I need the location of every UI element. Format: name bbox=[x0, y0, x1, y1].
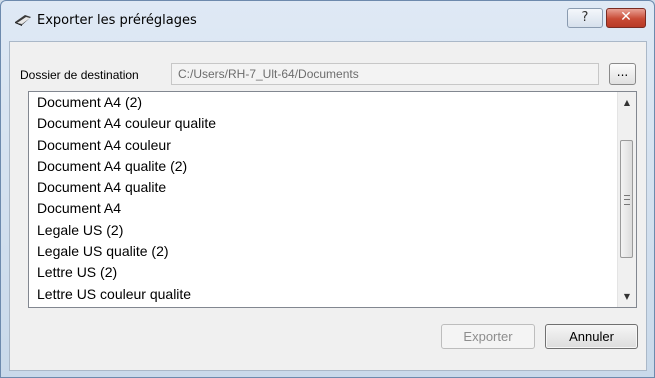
list-item[interactable]: Legale US (2) bbox=[29, 220, 617, 241]
scroll-down-arrow-icon[interactable]: ▼ bbox=[618, 288, 636, 305]
destination-label: Dossier de destination bbox=[20, 68, 139, 82]
window-title: Exporter les préréglages bbox=[37, 13, 197, 28]
scrollbar-thumb[interactable] bbox=[620, 140, 633, 258]
presets-list-items: Document A4 (2) Document A4 couleur qual… bbox=[29, 92, 617, 307]
list-item[interactable]: Lettre US (2) bbox=[29, 262, 617, 283]
cancel-button[interactable]: Annuler bbox=[545, 324, 638, 349]
list-item[interactable]: Document A4 qualite (2) bbox=[29, 156, 617, 177]
scanner-app-icon bbox=[15, 15, 31, 26]
presets-list[interactable]: Document A4 (2) Document A4 couleur qual… bbox=[28, 91, 637, 308]
list-item[interactable]: Document A4 couleur qualite bbox=[29, 113, 617, 134]
browse-button[interactable]: ... bbox=[609, 63, 636, 85]
destination-path-field[interactable]: C:/Users/RH-7_Ult-64/Documents bbox=[171, 63, 599, 85]
list-item[interactable]: Document A4 (2) bbox=[29, 92, 617, 113]
list-item[interactable]: Document A4 qualite bbox=[29, 177, 617, 198]
export-button[interactable]: Exporter bbox=[441, 324, 535, 349]
title-bar[interactable]: Exporter les préréglages ? ✕ bbox=[1, 1, 654, 41]
scroll-up-arrow-icon[interactable]: ▲ bbox=[618, 94, 636, 111]
list-item[interactable]: Document A4 couleur bbox=[29, 135, 617, 156]
help-button[interactable]: ? bbox=[567, 8, 603, 28]
list-item[interactable]: Document A4 bbox=[29, 198, 617, 219]
close-button[interactable]: ✕ bbox=[606, 8, 646, 28]
list-item[interactable]: Lettre US couleur qualite bbox=[29, 284, 617, 305]
list-item[interactable]: Legale US qualite (2) bbox=[29, 241, 617, 262]
scroll-grip-icon bbox=[624, 195, 630, 205]
vertical-scrollbar[interactable]: ▲ ▼ bbox=[617, 92, 636, 307]
